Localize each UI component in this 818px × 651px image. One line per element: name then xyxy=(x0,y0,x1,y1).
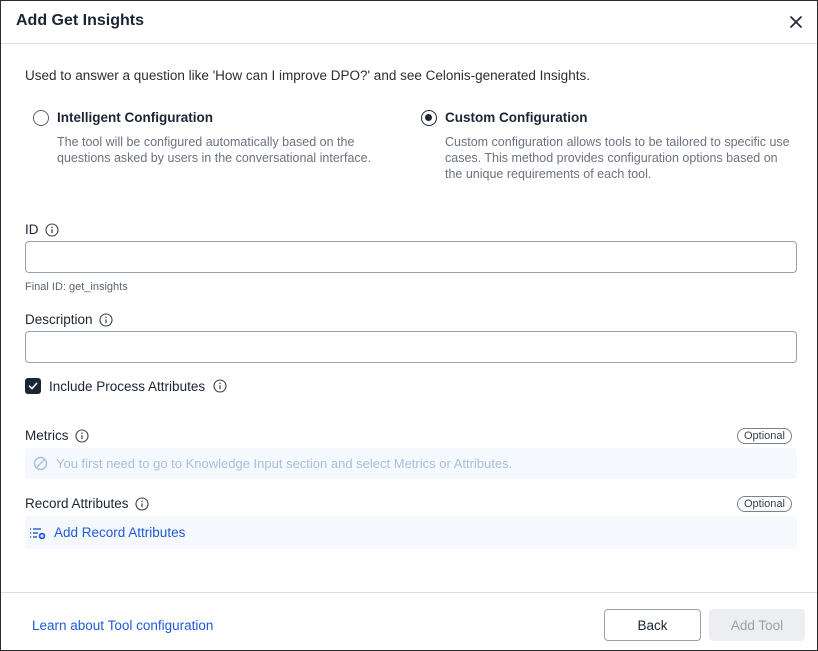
add-record-attributes-label: Add Record Attributes xyxy=(54,525,186,540)
radio-button[interactable] xyxy=(33,110,49,126)
close-button[interactable] xyxy=(784,10,808,34)
description-label-text: Description xyxy=(25,312,93,327)
blocked-icon xyxy=(33,456,48,471)
dialog-intro: Used to answer a question like 'How can … xyxy=(25,68,590,83)
radio-custom-configuration[interactable]: Custom Configuration Custom configuratio… xyxy=(421,110,801,190)
metrics-disabled-notice: You first need to go to Knowledge Input … xyxy=(25,448,797,479)
checkmark-icon xyxy=(28,382,38,390)
record-attributes-label-text: Record Attributes xyxy=(25,496,129,511)
record-attributes-optional-badge: Optional xyxy=(737,496,792,512)
metrics-disabled-text: You first need to go to Knowledge Input … xyxy=(56,456,513,471)
description-label: Description xyxy=(25,312,113,327)
close-icon xyxy=(790,16,802,28)
dialog-title: Add Get Insights xyxy=(16,12,144,29)
id-input[interactable] xyxy=(25,241,797,273)
checkbox-checked[interactable] xyxy=(25,378,41,394)
radio-description: Custom configuration allows tools to be … xyxy=(445,135,790,181)
radio-label: Intelligent Configuration xyxy=(57,110,213,125)
final-id-hint: Final ID: get_insights xyxy=(25,281,128,293)
add-tool-button[interactable]: Add Tool xyxy=(709,609,805,641)
list-add-icon xyxy=(30,527,46,539)
radio-intelligent-configuration[interactable]: Intelligent Configuration The tool will … xyxy=(33,110,413,190)
add-record-attributes-button[interactable]: Add Record Attributes xyxy=(25,516,797,549)
radio-label: Custom Configuration xyxy=(445,110,588,125)
add-get-insights-dialog: Add Get Insights Used to answer a questi… xyxy=(0,0,818,651)
checkbox-label: Include Process Attributes xyxy=(49,378,206,394)
back-button[interactable]: Back xyxy=(604,609,701,641)
learn-tool-configuration-link[interactable]: Learn about Tool configuration xyxy=(32,618,213,633)
radio-description: The tool will be configured automaticall… xyxy=(57,135,372,165)
metrics-label: Metrics xyxy=(25,428,89,443)
info-icon[interactable] xyxy=(135,496,149,511)
radio-button-selected[interactable] xyxy=(421,110,437,126)
metrics-label-text: Metrics xyxy=(25,428,69,443)
id-label: ID xyxy=(25,222,59,237)
include-process-attributes-checkbox[interactable]: Include Process Attributes xyxy=(25,378,227,394)
metrics-optional-badge: Optional xyxy=(737,428,792,444)
info-icon[interactable] xyxy=(44,222,59,237)
record-attributes-label: Record Attributes xyxy=(25,496,149,511)
info-icon[interactable] xyxy=(98,312,113,327)
dialog-footer: Learn about Tool configuration Back Add … xyxy=(1,592,817,650)
description-input[interactable] xyxy=(25,331,797,363)
id-label-text: ID xyxy=(25,222,39,237)
info-icon[interactable] xyxy=(213,379,227,393)
dialog-header: Add Get Insights xyxy=(1,1,817,44)
info-icon[interactable] xyxy=(74,428,89,443)
